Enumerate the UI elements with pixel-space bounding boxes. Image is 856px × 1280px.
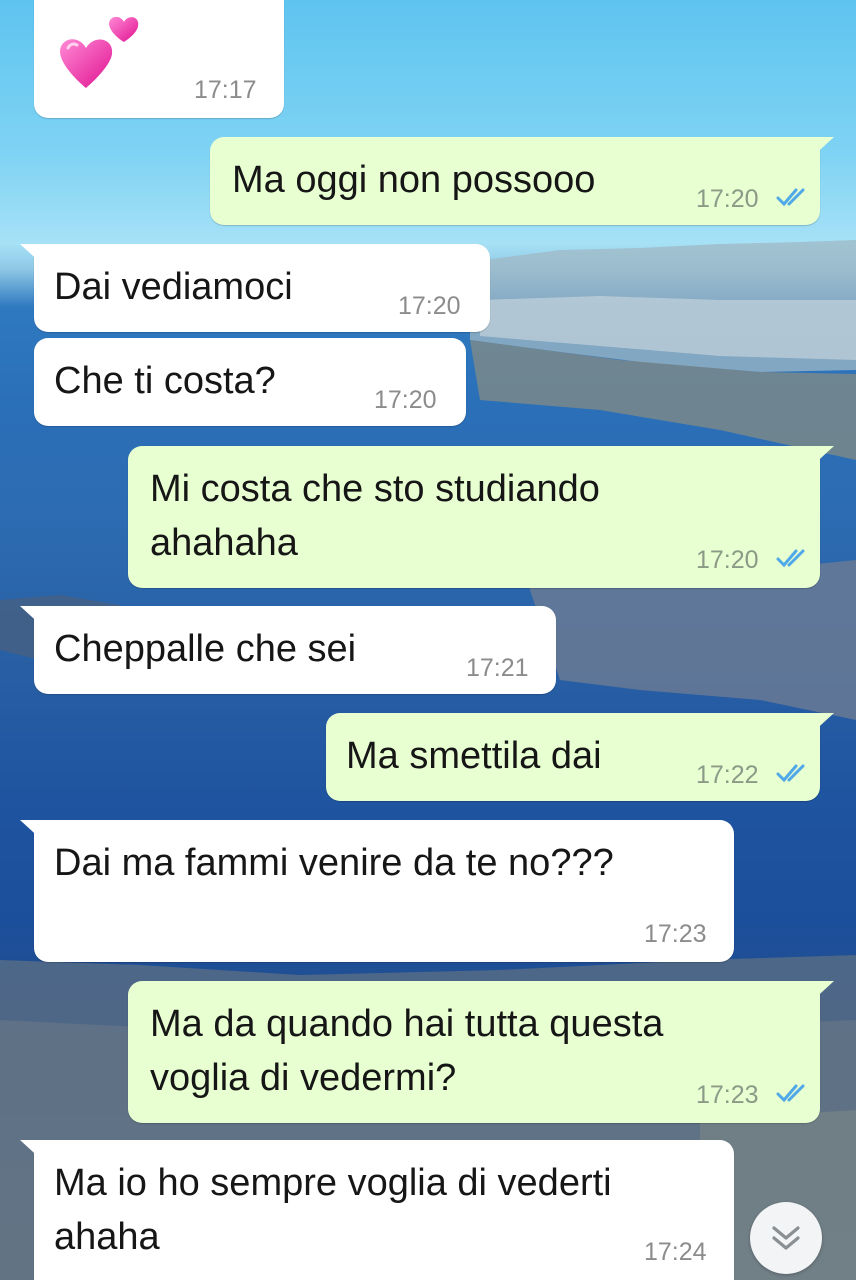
- message-bubble-incoming[interactable]: Che ti costa? 17:20: [34, 338, 466, 426]
- message-bubble-incoming[interactable]: Dai vediamoci 17:20: [20, 244, 490, 332]
- message-bubble-incoming[interactable]: 17:17: [34, 0, 284, 118]
- message-text: Mi costa che sto studiando ahahaha: [150, 468, 600, 564]
- message-bubble-outgoing[interactable]: Mi costa che sto studiando ahahaha 17:20: [128, 446, 834, 588]
- message-text: Dai ma fammi venire da te no???: [54, 842, 614, 884]
- message-time: 17:21: [466, 654, 529, 682]
- bubble-tail: [20, 1140, 44, 1162]
- message-time: 17:20: [696, 546, 759, 574]
- message-time: 17:20: [374, 386, 437, 414]
- message-text: Ma smettila dai: [346, 735, 602, 777]
- bubble-tail: [810, 137, 834, 159]
- message-time: 17:23: [644, 920, 707, 948]
- bubble-tail: [20, 606, 44, 628]
- bubble-tail: [20, 820, 44, 842]
- message-time: 17:17: [194, 76, 257, 104]
- scroll-to-bottom-button[interactable]: [750, 1202, 822, 1274]
- message-text: Che ti costa?: [54, 360, 276, 402]
- double-chevron-down-icon: [772, 1226, 800, 1250]
- message-time: 17:22: [696, 761, 759, 789]
- message-bubble-outgoing[interactable]: Ma da quando hai tutta questa voglia di …: [128, 981, 834, 1123]
- message-text: Cheppalle che sei: [54, 628, 357, 670]
- message-time: 17:23: [696, 1081, 759, 1109]
- message-bubble-incoming[interactable]: Cheppalle che sei 17:21: [20, 606, 556, 694]
- message-bubble-outgoing[interactable]: Ma smettila dai 17:22: [326, 713, 834, 801]
- bubble-tail: [20, 244, 44, 266]
- message-time: 17:20: [398, 292, 461, 320]
- message-text: Dai vediamoci: [54, 266, 293, 308]
- message-bubble-incoming[interactable]: Ma io ho sempre voglia di vederti ahaha …: [20, 1140, 734, 1280]
- bubble-tail: [810, 446, 834, 468]
- message-text: Ma oggi non possooo: [232, 159, 596, 201]
- read-ticks-icon: [776, 188, 805, 207]
- message-text: Ma da quando hai tutta questa voglia di …: [150, 1003, 664, 1099]
- two-hearts-sticker-icon: [60, 16, 139, 88]
- bubble-tail: [810, 981, 834, 1003]
- message-time: 17:24: [644, 1238, 707, 1266]
- message-bubble-outgoing[interactable]: Ma oggi non possooo 17:20: [210, 137, 834, 225]
- message-text: Ma io ho sempre voglia di vederti ahaha: [54, 1162, 612, 1258]
- read-ticks-icon: [776, 549, 805, 568]
- message-time: 17:20: [696, 185, 759, 213]
- read-ticks-icon: [776, 764, 805, 783]
- chat-screen: 17:17 Ma oggi non possooo 17:20 Dai vedi…: [0, 0, 856, 1280]
- message-bubble-incoming[interactable]: Dai ma fammi venire da te no??? 17:23: [20, 820, 734, 962]
- read-ticks-icon: [776, 1084, 805, 1103]
- bubble-tail: [810, 713, 834, 735]
